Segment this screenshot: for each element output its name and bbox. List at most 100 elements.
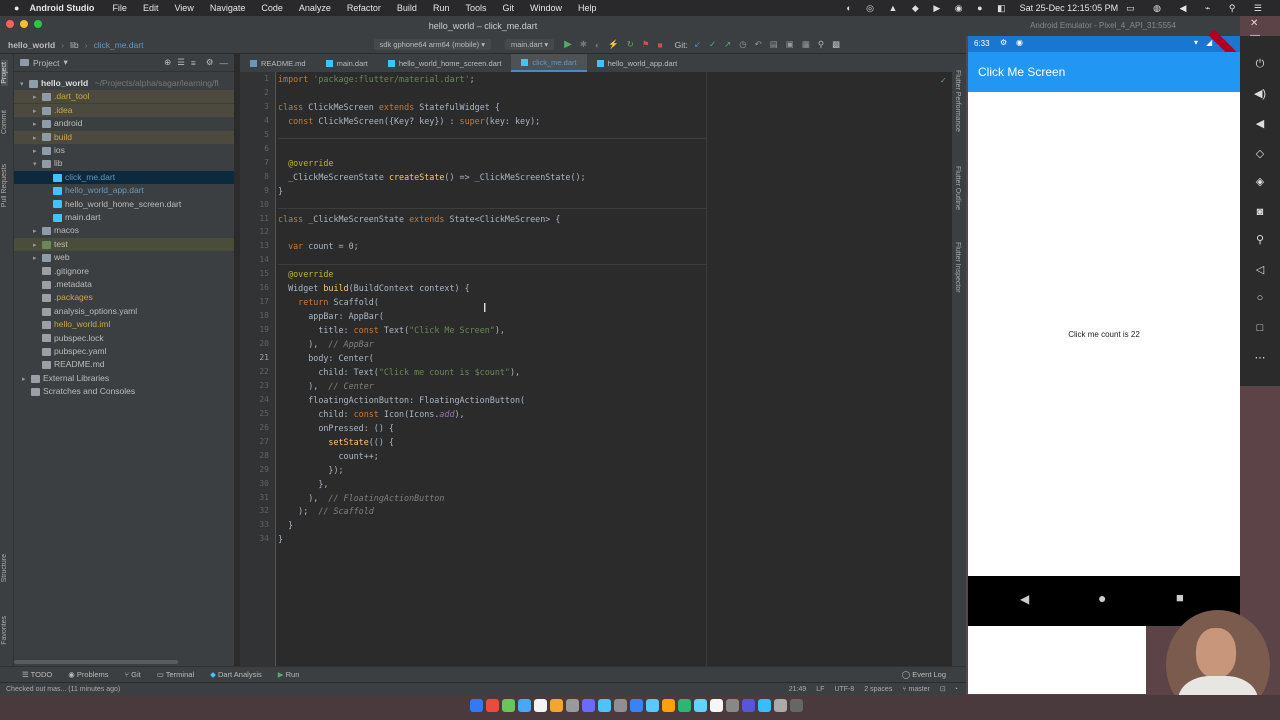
emulator-close-icon[interactable]: ✕	[1250, 18, 1258, 29]
code-line[interactable]: _ClickMeScreenState createState() => _Cl…	[278, 172, 586, 182]
layout-inspector-icon[interactable]: ▦	[802, 39, 810, 50]
code-line[interactable]: return Scaffold(	[278, 297, 379, 307]
dock-app-icon[interactable]	[646, 699, 659, 712]
chevron-down-icon[interactable]: ▾	[63, 57, 67, 68]
rollback-icon[interactable]: ↶	[755, 39, 762, 50]
code-line[interactable]: title: const Text("Click Me Screen"),	[278, 325, 505, 335]
code-line[interactable]: onPressed: () {	[278, 423, 394, 433]
code-line[interactable]: }	[278, 186, 283, 196]
ide-settings-icon[interactable]: ▩	[832, 39, 840, 50]
menubar-datetime[interactable]: Sat 25-Dec 12:15:05 PM	[1020, 3, 1119, 13]
menu-view[interactable]: View	[174, 3, 193, 13]
dock-app-icon[interactable]	[742, 699, 755, 712]
menu-git[interactable]: Git	[502, 3, 514, 13]
run-config-selector[interactable]: main.dart ▾	[505, 39, 555, 50]
expand-all-icon[interactable]: ☰	[177, 57, 185, 68]
code-line[interactable]: count++;	[278, 451, 379, 461]
code-line[interactable]: },	[278, 479, 328, 489]
tree-item-folder[interactable]: ▸ ios	[14, 144, 234, 157]
menu-help[interactable]: Help	[578, 3, 597, 13]
tree-item-file[interactable]: .gitignore	[14, 265, 234, 278]
tree-item-folder[interactable]: ▸ android	[14, 117, 234, 130]
android-recents-button[interactable]: ■	[1176, 590, 1184, 605]
tool-dart-analysis[interactable]: ◆ Dart Analysis	[210, 670, 262, 679]
dock-app-icon[interactable]	[662, 699, 675, 712]
hide-icon[interactable]: —	[220, 58, 229, 68]
menu-edit[interactable]: Edit	[143, 3, 159, 13]
tree-root[interactable]: ▾ hello_world ~/Projects/alpha/sagar/lear…	[14, 77, 234, 90]
avd-manager-icon[interactable]: ▣	[786, 39, 794, 50]
tool-project[interactable]: Project	[1, 60, 8, 86]
attach-icon[interactable]: ◐	[595, 40, 600, 50]
code-line[interactable]: }	[278, 520, 293, 530]
project-view-selector[interactable]: Project	[33, 58, 59, 68]
search-everywhere-icon[interactable]: ⚲	[818, 39, 824, 50]
collapse-all-icon[interactable]: ≡	[191, 58, 196, 68]
code-line[interactable]: ), // FloatingActionButton	[278, 493, 444, 503]
git-update-icon[interactable]: ↙	[694, 39, 701, 50]
tool-flutter-inspector[interactable]: Flutter Inspector	[954, 242, 961, 293]
locate-icon[interactable]: ⊕	[164, 57, 171, 68]
tree-item-folder-excluded[interactable]: ▸ build	[14, 130, 234, 144]
tool-git[interactable]: ⑂ Git	[125, 670, 141, 679]
tab-readme[interactable]: README.md	[240, 54, 316, 72]
git-commit-icon[interactable]: ✓	[709, 39, 716, 50]
tree-item-dart[interactable]: hello_world_app.dart	[14, 184, 234, 197]
tree-item-folder[interactable]: ▸ macos	[14, 224, 234, 237]
home-icon[interactable]: ○	[1252, 290, 1268, 306]
dock-app-icon[interactable]	[790, 699, 803, 712]
git-branch[interactable]: ⑂ master	[902, 686, 930, 693]
git-history-icon[interactable]: ◷	[739, 39, 746, 50]
tree-item-lib[interactable]: ▸ External Libraries	[14, 372, 234, 385]
tree-item-dart[interactable]: hello_world_home_screen.dart	[14, 198, 234, 211]
camera-icon[interactable]: ◙	[1252, 204, 1268, 220]
git-push-icon[interactable]: ↗	[724, 39, 731, 50]
dock-app-icon[interactable]	[502, 699, 515, 712]
stop-icon[interactable]: ■	[657, 40, 662, 50]
dock-app-icon[interactable]	[614, 699, 627, 712]
menu-run[interactable]: Run	[433, 3, 450, 13]
tree-item-file[interactable]: pubspec.yaml	[14, 345, 234, 358]
code-line[interactable]: child: Text("Click me count is $count"),	[278, 367, 520, 377]
apple-icon[interactable]: ●	[14, 3, 19, 13]
code-line[interactable]: import 'package:flutter/material.dart';	[278, 74, 475, 84]
dock-app-icon[interactable]	[630, 699, 643, 712]
zoom-icon[interactable]: ⚲	[1252, 232, 1268, 248]
hot-reload-icon[interactable]: ⚡	[608, 39, 619, 50]
zoom-window-button[interactable]	[34, 20, 42, 28]
menu-app-name[interactable]: Android Studio	[29, 3, 94, 13]
menubar-extras-icon[interactable]: ▭ ◍ ◀ ⌁ ⚲ ☰	[1126, 3, 1270, 14]
tree-item-dart[interactable]: main.dart	[14, 211, 234, 224]
debug-icon[interactable]: ✱	[580, 39, 587, 50]
gear-icon[interactable]: ⚙	[206, 57, 214, 68]
dock-app-icon[interactable]	[678, 699, 691, 712]
code-line[interactable]: var count = 0;	[278, 241, 359, 251]
tab-main-dart[interactable]: main.dart	[316, 54, 378, 72]
rotate-right-icon[interactable]: ◈	[1252, 174, 1268, 190]
tree-item-folder-excluded[interactable]: ▸ .dart_tool	[14, 90, 234, 104]
code-line[interactable]: @override	[278, 269, 333, 279]
dock-app-icon[interactable]	[566, 699, 579, 712]
overview-icon[interactable]: □	[1252, 320, 1268, 336]
status-message[interactable]: Checked out mas... (11 minutes ago)	[6, 686, 120, 693]
dock-app-icon[interactable]	[758, 699, 771, 712]
code-line[interactable]: }	[278, 534, 283, 544]
dock-app-icon[interactable]	[550, 699, 563, 712]
dock-app-icon[interactable]	[534, 699, 547, 712]
dock-app-icon[interactable]	[598, 699, 611, 712]
project-scrollbar[interactable]	[14, 660, 178, 664]
tool-terminal[interactable]: ▭ Terminal	[157, 670, 194, 679]
lock-icon[interactable]: ⊡	[940, 685, 946, 693]
tab-home-screen[interactable]: hello_world_home_screen.dart	[378, 54, 512, 72]
code-line[interactable]: class ClickMeScreen extends StatefulWidg…	[278, 102, 500, 112]
tool-event-log[interactable]: ◯ Event Log	[902, 670, 946, 679]
tool-structure[interactable]: Structure	[1, 554, 8, 582]
dock-app-icon[interactable]	[518, 699, 531, 712]
rotate-left-icon[interactable]: ◇	[1252, 146, 1268, 162]
more-icon[interactable]: ⋯	[1252, 350, 1268, 366]
tool-todo[interactable]: ☰ TODO	[22, 670, 52, 679]
breadcrumb-file[interactable]: click_me.dart	[93, 40, 143, 50]
breadcrumb-lib[interactable]: lib	[70, 40, 79, 50]
tool-problems[interactable]: ◉ Problems	[68, 670, 108, 679]
inspection-ok-icon[interactable]: ✓	[940, 76, 947, 85]
